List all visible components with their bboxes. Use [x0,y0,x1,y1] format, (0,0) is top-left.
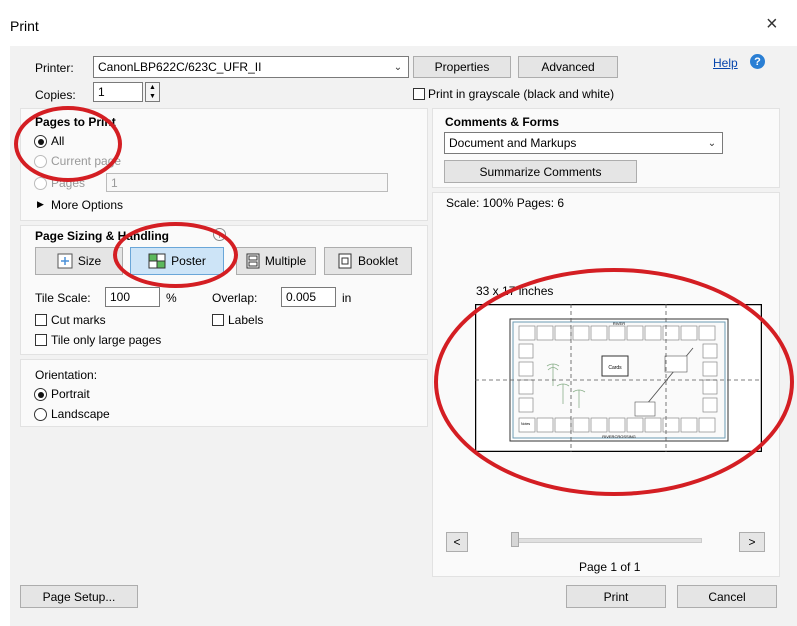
next-page-button[interactable]: > [739,532,765,552]
tile-scale-value: 100 [110,290,131,304]
printer-label: Printer: [35,61,74,75]
window-title: Print [10,18,39,34]
advanced-button[interactable]: Advanced [518,56,618,78]
preview-scale-text: Scale: 100% Pages: 6 [446,196,565,210]
size-icon [57,253,73,269]
pages-radio[interactable] [34,177,47,190]
overlap-label: Overlap: [212,291,258,305]
portrait-label: Portrait [51,387,90,401]
help-link[interactable]: Help [713,56,738,70]
info-icon[interactable]: i [213,228,226,241]
poster-preview-graphic: Cards RIVER RIVERCROSSING Notes [474,303,763,453]
size-button[interactable]: Size [35,247,123,275]
summarize-comments-button[interactable]: Summarize Comments [444,160,637,183]
multiple-button[interactable]: Multiple [236,247,316,275]
printer-value: CanonLBP622C/623C_UFR_II [98,60,262,74]
cancel-button[interactable]: Cancel [677,585,777,608]
tile-scale-label: Tile Scale: [35,291,91,305]
more-options-toggle[interactable]: More Options [51,198,123,212]
landscape-label: Landscape [51,407,110,421]
chevron-down-icon: ⌄ [393,61,403,73]
board-bottom-text: RIVERCROSSING [602,434,636,439]
preview-page: Cards RIVER RIVERCROSSING Notes [474,303,763,453]
board-corner-text: Notes [521,422,530,426]
poster-icon [148,253,166,269]
overlap-unit: in [342,291,352,305]
all-pages-radio[interactable] [34,135,47,148]
portrait-radio[interactable] [34,388,47,401]
tile-large-label: Tile only large pages [51,333,162,347]
landscape-radio[interactable] [34,408,47,421]
tile-scale-unit: % [166,291,177,305]
copies-label: Copies: [35,88,76,102]
copies-value: 1 [98,85,105,99]
overlap-input[interactable]: 0.005 [281,287,336,307]
multiple-label: Multiple [264,254,307,268]
board-center-text: Cards [608,365,622,371]
help-icon[interactable]: ? [750,54,765,69]
comments-value: Document and Markups [449,136,577,150]
properties-button[interactable]: Properties [413,56,511,78]
page-slider-thumb[interactable] [511,532,519,547]
labels-checkbox[interactable] [212,314,224,326]
size-label: Size [77,254,102,268]
page-sizing-heading: Page Sizing & Handling [35,229,170,243]
orientation-label: Orientation: [35,368,98,382]
preview-size-text: 33 x 17 inches [476,284,554,298]
poster-button[interactable]: Poster [130,247,224,275]
poster-label: Poster [171,254,206,268]
page-setup-button[interactable]: Page Setup... [20,585,138,608]
printer-select[interactable]: CanonLBP622C/623C_UFR_II ⌄ [93,56,409,78]
pages-range-input[interactable]: 1 [106,173,388,192]
cut-marks-checkbox[interactable] [35,314,47,326]
page-slider-track[interactable] [512,538,702,543]
current-page-label: Current page [51,154,122,168]
board-top-text: RIVER [613,321,625,326]
pages-label: Pages [51,176,86,190]
all-pages-label: All [51,134,65,148]
current-page-radio[interactable] [34,155,47,168]
grayscale-label: Print in grayscale (black and white) [428,87,615,101]
pages-to-print-heading: Pages to Print [35,115,116,129]
comments-heading: Comments & Forms [445,115,560,129]
tile-large-checkbox[interactable] [35,334,47,346]
previous-page-button[interactable]: < [446,532,468,552]
title-bar [10,10,797,50]
booklet-button[interactable]: Booklet [324,247,412,275]
page-indicator: Page 1 of 1 [579,560,641,574]
print-button[interactable]: Print [566,585,666,608]
comments-select[interactable]: Document and Markups ⌄ [444,132,723,154]
triangle-right-icon[interactable]: ▶ [37,199,44,210]
multiple-icon [246,253,260,269]
close-button[interactable]: × [766,13,778,36]
labels-label: Labels [228,313,264,327]
pages-range-value: 1 [111,175,118,190]
booklet-icon [338,253,352,269]
overlap-value: 0.005 [286,290,317,304]
copies-stepper[interactable]: ▲ ▼ [145,82,160,102]
cut-marks-label: Cut marks [51,313,106,327]
copies-input[interactable]: 1 [93,82,143,102]
grayscale-checkbox[interactable] [413,88,425,100]
chevron-down-icon: ⌄ [707,137,717,149]
booklet-label: Booklet [357,254,399,268]
tile-scale-input[interactable]: 100 [105,287,160,307]
